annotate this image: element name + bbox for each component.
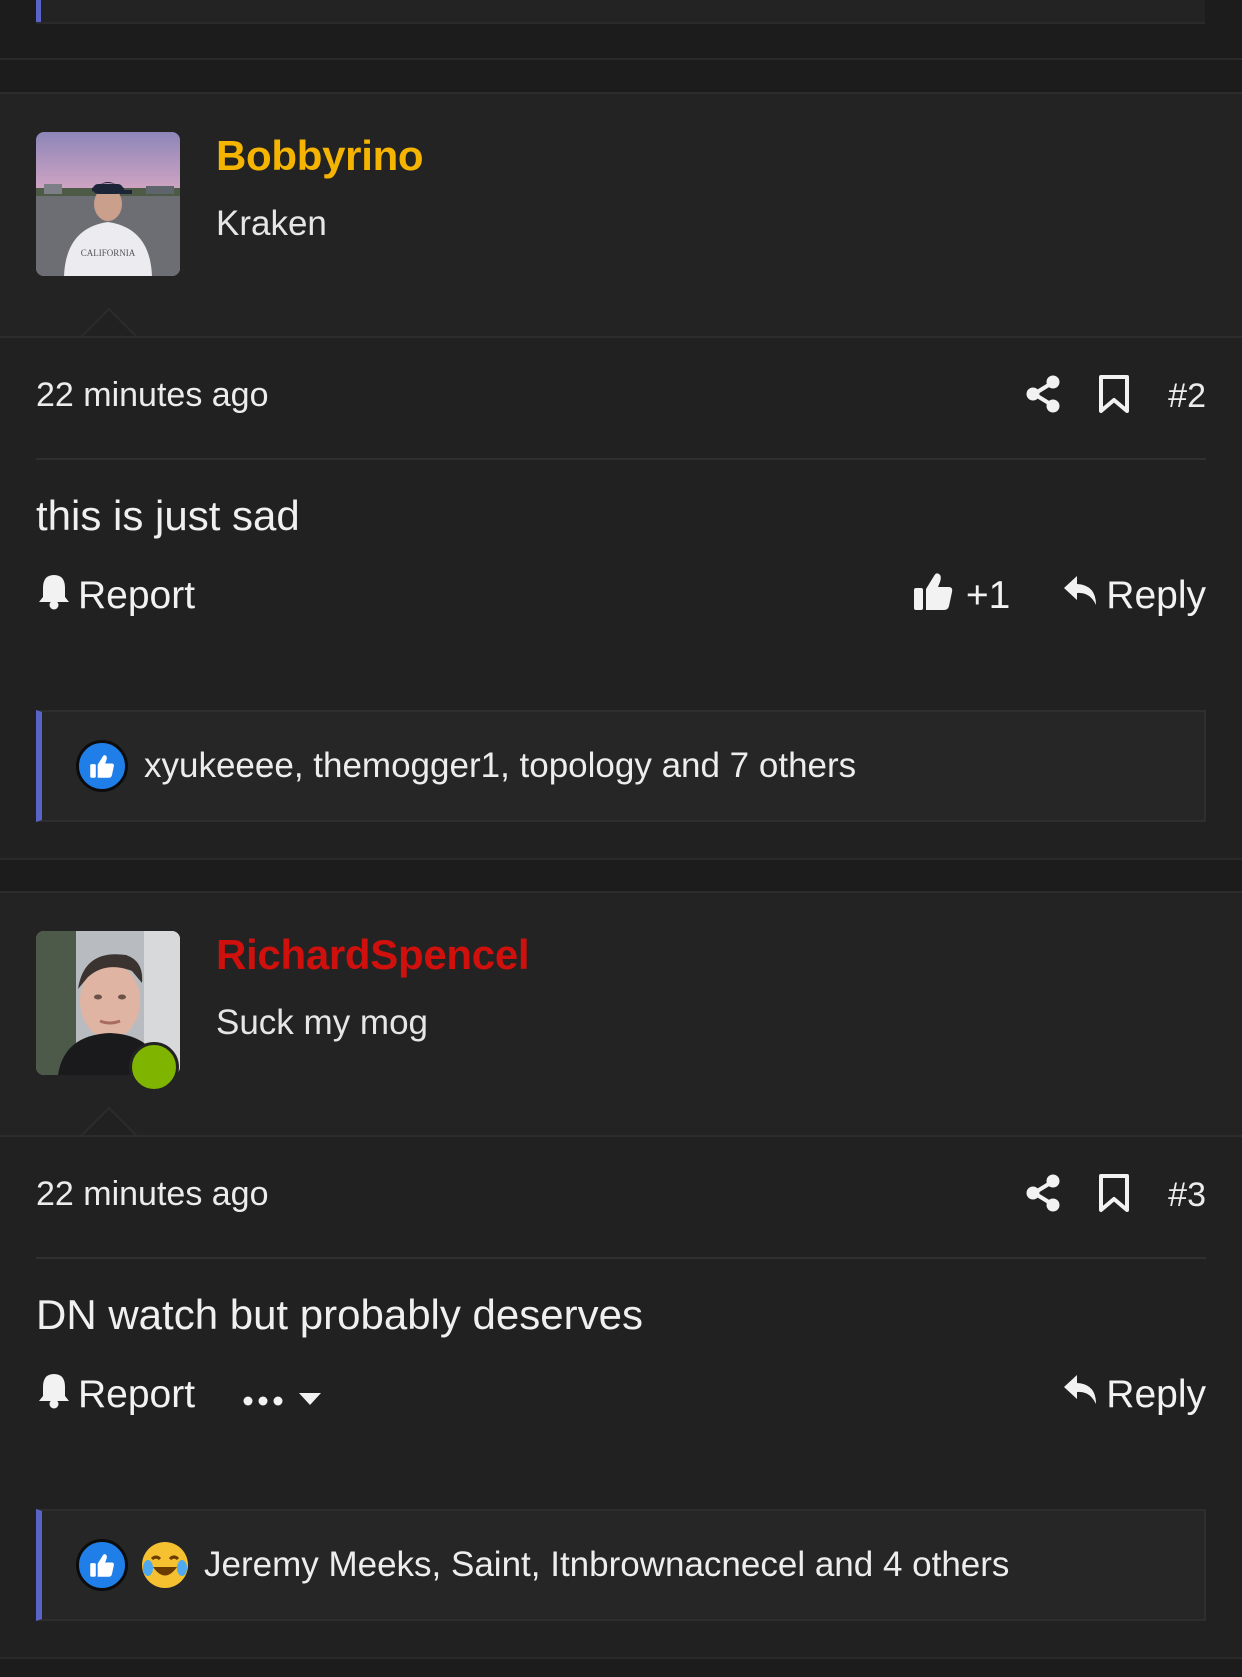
share-icon[interactable] [1026,1174,1060,1217]
avatar-photo: CALIFORNIA [36,132,180,276]
thumbs-up-icon [912,570,954,622]
post-header: CALIFORNIA Bobbyrino Kraken [0,92,1242,338]
bell-icon [36,1371,72,1419]
bookmark-icon[interactable] [1098,374,1130,419]
post-actions: Report +1 Reply [36,566,1206,626]
reply-button[interactable]: Reply [1062,1373,1206,1417]
like-reaction-icon [76,740,128,792]
report-button[interactable]: Report [36,1371,195,1419]
post-meta-actions: #2 [1026,374,1206,419]
reactions-text[interactable]: Jeremy Meeks, Saint, Itnbrownacnecel and… [204,1545,1009,1585]
previous-reactions-box [36,0,1205,24]
caret-down-icon [297,1373,323,1417]
username[interactable]: Bobbyrino [216,132,424,180]
reply-arrow-icon [1062,574,1100,618]
reply-label: Reply [1106,1373,1206,1416]
post-header: RichardSpencel Suck my mog [0,891,1242,1137]
like-reaction-icon [76,1539,128,1591]
post-message: this is just sad [36,492,300,539]
post-separator [0,58,1242,60]
user-title: Kraken [216,204,327,243]
post-separator [0,1657,1242,1659]
username[interactable]: RichardSpencel [216,931,530,979]
like-button[interactable]: +1 [912,570,1010,622]
post-number[interactable]: #3 [1168,1176,1206,1215]
report-button[interactable]: Report [36,572,195,620]
svg-text:CALIFORNIA: CALIFORNIA [81,248,136,258]
post-message: DN watch but probably deserves [36,1291,643,1338]
reply-button[interactable]: Reply [1062,574,1206,618]
post-separator [0,858,1242,860]
post-number[interactable]: #2 [1168,377,1206,416]
online-status-indicator [129,1042,179,1092]
post-actions: Report Reply [36,1365,1206,1425]
avatar[interactable]: CALIFORNIA [36,132,180,276]
post-body: 22 minutes ago #2 this is just sad Repor… [0,336,1242,858]
bell-icon [36,572,72,620]
post-timestamp[interactable]: 22 minutes ago [36,1175,269,1214]
bookmark-icon[interactable] [1098,1173,1130,1218]
reply-label: Reply [1106,574,1206,617]
reply-arrow-icon [1062,1373,1100,1417]
more-options-button[interactable] [243,1373,323,1417]
report-label: Report [78,1373,196,1416]
post-timestamp[interactable]: 22 minutes ago [36,376,269,415]
ellipsis-icon [243,1373,283,1417]
share-icon[interactable] [1026,375,1060,418]
reactions-text[interactable]: xyukeeee, themogger1, topology and 7 oth… [144,746,856,786]
reactions-bar[interactable]: Jeremy Meeks, Saint, Itnbrownacnecel and… [36,1509,1206,1621]
post-meta-actions: #3 [1026,1173,1206,1218]
user-title: Suck my mog [216,1003,428,1042]
like-count: +1 [965,574,1011,617]
reactions-bar[interactable]: xyukeeee, themogger1, topology and 7 oth… [36,710,1206,822]
laughing-crying-icon [142,1542,188,1588]
post-body: 22 minutes ago #3 DN watch but probably … [0,1135,1242,1657]
previous-reactions-accent [36,0,41,22]
divider [36,1257,1206,1259]
divider [36,458,1206,460]
report-label: Report [78,574,196,617]
